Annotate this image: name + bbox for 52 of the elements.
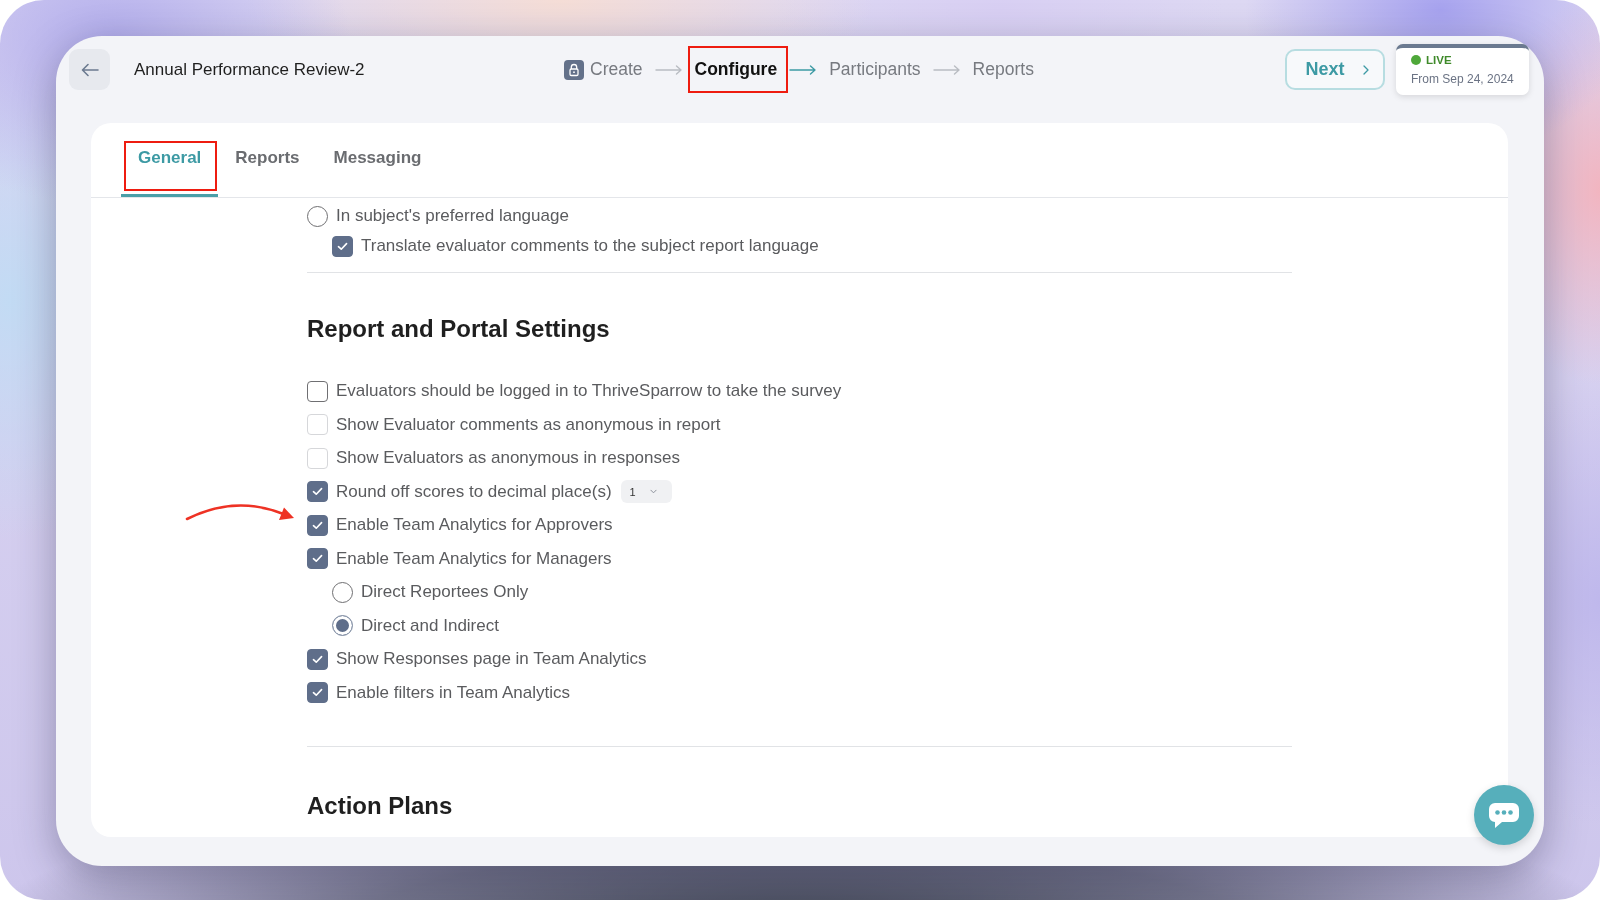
- checkmark-icon: [312, 554, 323, 563]
- wizard-step[interactable]: Reports: [972, 59, 1034, 80]
- option-label: Show Evaluators as anonymous in responses: [336, 448, 680, 468]
- tab[interactable]: Reports: [218, 131, 317, 197]
- arrow-right-icon: [789, 64, 818, 75]
- checkmark-icon: [337, 241, 348, 251]
- tab[interactable]: General: [121, 131, 219, 197]
- radio-button[interactable]: [307, 205, 328, 227]
- checkmark-icon: [312, 688, 323, 697]
- checkbox[interactable]: [307, 380, 328, 402]
- chevron-down-icon: [649, 489, 657, 494]
- section-heading: Action Plans: [307, 791, 454, 820]
- chat-button[interactable]: [1474, 785, 1534, 845]
- checkbox[interactable]: [307, 648, 328, 670]
- status-date: From Sep 24, 2024: [1411, 72, 1515, 86]
- checkbox[interactable]: [307, 548, 328, 569]
- radio-button[interactable]: [332, 615, 353, 636]
- speech-bubble-icon: [1488, 801, 1520, 829]
- chevron-right-icon: [1362, 64, 1369, 75]
- checkbox[interactable]: [307, 682, 328, 703]
- survey-title: Annual Performance Review-2: [134, 59, 366, 80]
- back-button[interactable]: [69, 49, 110, 90]
- checkmark-icon: [312, 654, 323, 664]
- checkmark-icon: [312, 487, 323, 496]
- checkbox[interactable]: [307, 481, 328, 502]
- status-label: LIVE: [1426, 54, 1452, 66]
- checkmark-icon: [312, 520, 323, 530]
- section-heading: Report and Portal Settings: [307, 315, 611, 343]
- option-label: In subject's preferred language: [336, 206, 569, 226]
- radio-button[interactable]: [332, 581, 353, 603]
- option-label: Show Responses page in Team Analytics: [336, 649, 647, 669]
- wizard-step[interactable]: Create: [564, 59, 643, 80]
- checkbox[interactable]: [307, 514, 328, 536]
- tab[interactable]: Messaging: [316, 131, 439, 197]
- arrow-right-icon: [654, 64, 683, 75]
- option-label: Translate evaluator comments to the subject report language: [361, 236, 819, 256]
- arrow-right-icon: [932, 64, 961, 75]
- next-button[interactable]: Next: [1285, 49, 1385, 90]
- option-label: Show Evaluator comments as anonymous in report: [336, 414, 721, 435]
- wizard-step[interactable]: Participants: [829, 59, 921, 80]
- option-label: Round off scores to decimal place(s): [336, 481, 612, 502]
- option-label: Enable filters in Team Analytics: [336, 682, 571, 703]
- decimal-dropdown[interactable]: 1: [620, 480, 672, 503]
- option-label: Enable Team Analytics for Approvers: [336, 515, 613, 535]
- wizard-step[interactable]: Configure: [694, 59, 778, 80]
- checkbox[interactable]: [332, 235, 353, 257]
- back-arrow-icon: [80, 62, 99, 77]
- option-label: Evaluators should be logged in to ThriveSparrow to take the survey: [336, 381, 842, 401]
- option-label: Direct and Indirect: [361, 615, 499, 636]
- option-label: Enable Team Analytics for Managers: [336, 548, 612, 569]
- status-dot-icon: [1411, 55, 1421, 65]
- option-label: Direct Reportees Only: [361, 582, 529, 602]
